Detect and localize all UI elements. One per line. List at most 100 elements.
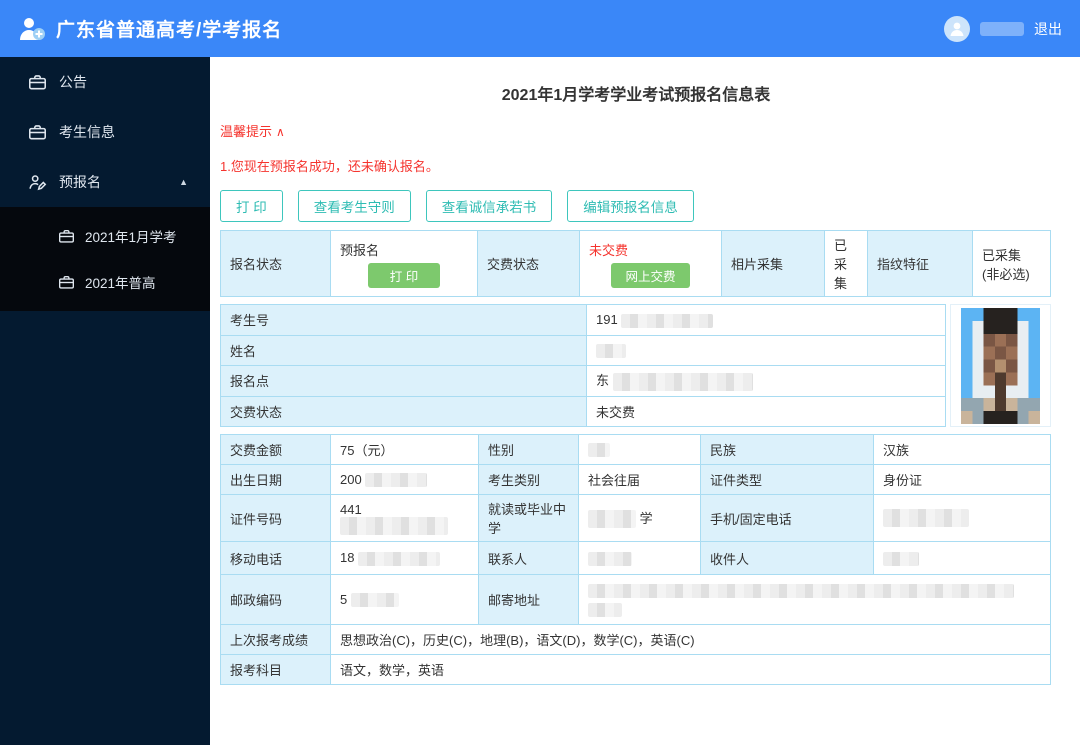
name-value [586,334,946,366]
reg-status-label: 报名状态 [220,230,331,297]
mobile-label: 移动电话 [220,541,331,575]
category-value: 社会往届 [578,464,701,495]
reg-point-value: 东 [586,365,946,397]
redacted-value [588,443,610,458]
redacted-value [596,344,626,359]
view-integrity-pledge-button[interactable]: 查看诚信承若书 [425,190,553,222]
redacted-value [340,516,448,535]
toolbar: 打 印 查看考生守则 查看诚信承若书 编辑预报名信息 [220,190,1052,222]
page-title: 2021年1月学考学业考试预报名信息表 [501,87,771,104]
view-candidate-rules-button[interactable]: 查看考生守则 [297,190,411,222]
identity-table: 考生号 191 姓名 报名点 东 交费状态 未交费 [220,304,946,427]
redacted-value [365,473,428,488]
recipient-value [873,541,1051,575]
user-plus-logo-icon [18,16,46,42]
pay-status-value2: 未交费 [586,395,946,427]
main-content: 2021年1月学考学业考试预报名信息表 温馨提示 ∧ 1.您现在预报名成功，还未确… [210,57,1080,745]
ethnic-value: 汉族 [873,434,1051,465]
edit-preregistration-button[interactable]: 编辑预报名信息 [567,190,694,222]
address-value [578,574,1051,625]
reg-status-cell: 预报名 打 印 [330,230,478,297]
name-label: 姓名 [220,334,587,366]
username-redacted [980,21,1024,36]
briefcase-icon [58,275,75,290]
last-scores-label: 上次报考成绩 [220,624,331,655]
redacted-value [588,584,1014,599]
user-avatar[interactable] [944,15,970,42]
chevron-up-icon[interactable]: ▲ [179,177,188,187]
redacted-value [350,593,399,608]
sidebar-item-candidate-info[interactable]: 考生信息 [0,107,210,157]
sidebar-item-announcements[interactable]: 公告 [0,57,210,107]
idno-value: 441 [330,494,479,542]
sidebar: 公告 考生信息 预报名 ▲ 2021年1月学考 2021年普高 [0,57,210,745]
fee-value: 75（元） [330,434,479,465]
briefcase-icon [58,229,75,244]
contact-label: 联系人 [478,541,579,575]
redacted-value [588,603,622,618]
idtype-label: 证件类型 [700,464,874,495]
reg-point-label: 报名点 [220,365,587,397]
phone-label: 手机/固定电话 [700,494,874,542]
exam-no-value: 191 [586,304,946,336]
photo-collect-label: 相片采集 [721,230,825,297]
gender-label: 性别 [478,434,579,465]
person-pen-icon [28,174,47,191]
sidebar-subitem-label: 2021年普高 [85,276,156,291]
notice-text: 1.您现在预报名成功，还未确认报名。 [220,159,439,174]
sidebar-item-preregistration[interactable]: 预报名 ▲ [0,157,210,207]
pay-status-label: 交费状态 [477,230,580,297]
redacted-value [883,509,969,527]
print-button[interactable]: 打 印 [220,190,283,222]
sidebar-subitem-2021-pugao[interactable]: 2021年普高 [0,259,210,305]
exam-no-label: 考生号 [220,304,587,336]
sidebar-subitem-2021-jan-xuekao[interactable]: 2021年1月学考 [0,213,210,259]
sidebar-subitem-label: 2021年1月学考 [85,230,177,245]
sidebar-item-label: 公告 [59,74,87,90]
idtype-value: 身份证 [873,464,1051,495]
pay-status-cell: 未交费 网上交费 [579,230,722,297]
contact-value [578,541,701,575]
phone-value [873,494,1051,542]
dob-label: 出生日期 [220,464,331,495]
app-header: 广东省普通高考/学考报名 退出 [0,0,1080,57]
redacted-value [612,373,753,392]
fingerprint-label: 指纹特征 [867,230,973,297]
last-scores-value: 思想政治(C)，历史(C)，地理(B)，语文(D)，数学(C)，英语(C) [330,624,1051,655]
redacted-value [883,551,919,566]
subjects-value: 语文，数学，英语 [330,654,1051,685]
redacted-value [588,551,632,566]
redacted-value [588,510,636,529]
pay-status-value: 未交费 [589,242,629,258]
dob-value: 200 [330,464,479,495]
briefcase-icon [28,74,47,91]
photo-collect-value: 已采集 [824,230,868,297]
category-label: 考生类别 [478,464,579,495]
pay-status-label2: 交费状态 [220,395,587,427]
detail-table: 交费金额 75（元） 性别 民族 汉族 出生日期 200 考生类别 社会往届 证… [220,434,1051,685]
sidebar-submenu: 2021年1月学考 2021年普高 [0,207,210,311]
app-title: 广东省普通高考/学考报名 [56,20,283,41]
briefcase-icon [28,124,47,141]
address-label: 邮寄地址 [478,574,579,625]
candidate-photo [950,304,1051,427]
mobile-value: 18 [330,541,479,575]
zip-value: 5 [330,574,479,625]
pay-online-button[interactable]: 网上交费 [611,262,690,288]
fee-label: 交费金额 [220,434,331,465]
redacted-value [358,551,441,566]
gender-value [578,434,701,465]
school-value: 学 [578,494,701,542]
chevron-up-icon: ∧ [276,125,285,139]
zip-label: 邮政编码 [220,574,331,625]
school-label: 就读或毕业中学 [478,494,579,542]
recipient-label: 收件人 [700,541,874,575]
logout-button[interactable]: 退出 [1034,19,1062,39]
fingerprint-value: 已采集 (非必选) [972,230,1051,297]
sidebar-item-label: 考生信息 [59,124,115,140]
subjects-label: 报考科目 [220,654,331,685]
sidebar-item-label: 预报名 [59,174,101,190]
status-table: 报名状态 预报名 打 印 交费状态 未交费 网上交费 相片采集 已采集 指纹特征 [220,230,1051,297]
print-ticket-button[interactable]: 打 印 [368,262,440,288]
tips-toggle[interactable]: 温馨提示 ∧ [220,121,1052,140]
